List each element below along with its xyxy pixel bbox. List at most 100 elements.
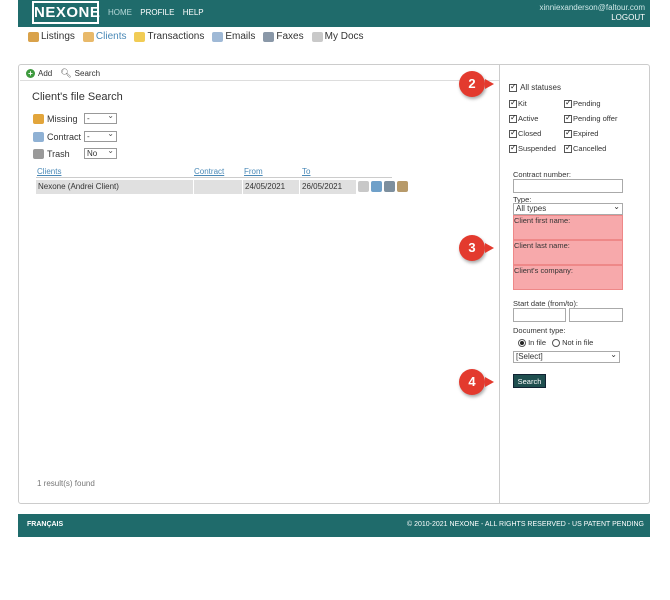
filter-contract-label: Contract	[47, 131, 82, 142]
status-cancelled[interactable]: Cancelled	[564, 143, 607, 154]
not-in-file-option[interactable]: Not in file	[552, 338, 594, 348]
checkbox-kit[interactable]	[509, 98, 517, 109]
add-label: Add	[38, 69, 53, 78]
client-company-highlight[interactable]: Client's company:	[513, 265, 623, 290]
clients-icon	[82, 31, 94, 42]
contract-select[interactable]: -	[84, 129, 117, 142]
document-icon[interactable]	[358, 181, 369, 192]
nav-emails[interactable]: Emails	[212, 31, 255, 42]
add-button[interactable]: + Add	[26, 69, 52, 78]
print-icon[interactable]	[384, 181, 395, 192]
callout-arrow-2	[485, 79, 494, 89]
status-active-label: Active	[518, 114, 539, 123]
status-pending-offer[interactable]: Pending offer	[564, 113, 617, 124]
type-select[interactable]: All types ⌄	[513, 202, 623, 215]
docs-icon	[311, 31, 323, 42]
document-type-select[interactable]: [Select] ⌄	[513, 350, 620, 363]
user-email: xinniexanderson@faltour.com	[539, 3, 645, 12]
client-last-name-label: Client last name:	[514, 241, 570, 250]
missing-select[interactable]: -	[84, 111, 117, 124]
status-pending-label: Pending	[573, 99, 601, 108]
col-clients[interactable]: Clients	[37, 167, 61, 176]
checkbox-active[interactable]	[509, 113, 517, 124]
edit-icon[interactable]	[397, 181, 408, 192]
status-expired[interactable]: Expired	[564, 128, 599, 139]
in-file-option[interactable]: In file	[518, 338, 547, 348]
status-all[interactable]: All statuses	[509, 82, 561, 93]
col-from[interactable]: From	[244, 167, 263, 176]
status-expired-label: Expired	[573, 129, 599, 138]
language-link[interactable]: FRANÇAIS	[27, 521, 63, 528]
client-last-name-highlight[interactable]: Client last name:	[513, 240, 623, 265]
page-title: Client's file Search	[32, 91, 123, 103]
status-suspended-label: Suspended	[518, 144, 556, 153]
status-cancelled-label: Cancelled	[573, 144, 607, 153]
trash-select[interactable]: No	[84, 146, 117, 159]
chevron-down-icon: ⌄	[613, 202, 620, 211]
checkbox-all[interactable]	[509, 82, 517, 93]
contract-number-label: Contract number:	[513, 170, 571, 179]
nav-my-docs[interactable]: My Docs	[311, 31, 364, 42]
nav-profile[interactable]: PROFILE	[140, 8, 174, 17]
nav-faxes[interactable]: Faxes	[263, 31, 304, 42]
logout-link[interactable]: LOGOUT	[539, 13, 645, 23]
checkbox-suspended[interactable]	[509, 143, 517, 154]
type-select-value: All types	[516, 204, 547, 213]
user-box: xinniexanderson@faltour.com LOGOUT	[539, 3, 645, 23]
nav-clients[interactable]: Clients	[82, 31, 126, 42]
contract-number-input[interactable]	[513, 179, 623, 193]
checkbox-cancelled[interactable]	[564, 143, 572, 154]
filter-trash-label: Trash	[47, 148, 70, 159]
cell-client[interactable]: Nexone (Andrei Client)	[36, 180, 193, 194]
module-nav: Listings Clients Transactions Emails Fax…	[28, 31, 364, 42]
nav-help[interactable]: HELP	[183, 8, 204, 17]
status-pending[interactable]: Pending	[564, 98, 601, 109]
toolbar-divider	[20, 80, 499, 81]
nexone-logo[interactable]: NEXONE	[32, 1, 100, 24]
callout-badge-2: 2	[459, 71, 485, 97]
start-date-from-input[interactable]	[513, 308, 566, 322]
search-button[interactable]: Search	[513, 374, 546, 388]
in-file-radio[interactable]	[518, 339, 526, 348]
in-file-label: In file	[528, 338, 547, 347]
nav-transactions[interactable]: Transactions	[134, 31, 204, 42]
cell-from: 24/05/2021	[243, 180, 299, 194]
contract-icon	[33, 131, 44, 142]
email-icon[interactable]	[371, 181, 382, 192]
status-closed-label: Closed	[518, 129, 542, 138]
add-icon: +	[26, 69, 35, 78]
magnifier-icon: 🔍︎	[60, 68, 72, 78]
col-contract[interactable]: Contract	[194, 167, 224, 176]
results-count: 1 result(s) found	[37, 479, 95, 488]
nav-home[interactable]: HOME	[108, 8, 132, 17]
not-in-file-radio[interactable]	[552, 339, 560, 348]
status-suspended[interactable]: Suspended	[509, 143, 556, 154]
not-in-file-label: Not in file	[562, 338, 594, 347]
trash-icon	[33, 148, 44, 159]
checkbox-pending-offer[interactable]	[564, 113, 572, 124]
status-kit-label: Kit	[518, 99, 527, 108]
filter-trash: Trash No	[33, 146, 117, 159]
status-kit[interactable]: Kit	[509, 98, 527, 109]
top-nav: HOME PROFILE HELP	[108, 8, 210, 17]
top-bar: NEXONE HOME PROFILE HELP xinniexanderson…	[18, 0, 650, 27]
search-label: Search	[74, 69, 101, 78]
document-type-select-value: [Select]	[516, 352, 543, 361]
checkbox-closed[interactable]	[509, 128, 517, 139]
checkbox-pending[interactable]	[564, 98, 572, 109]
nav-listings[interactable]: Listings	[28, 31, 75, 42]
filter-missing: Missing -	[33, 111, 117, 124]
start-date-to-input[interactable]	[569, 308, 623, 322]
status-closed[interactable]: Closed	[509, 128, 542, 139]
document-type-label: Document type:	[513, 326, 566, 335]
callout-badge-4: 4	[459, 369, 485, 395]
nav-listings-label: Listings	[41, 31, 75, 42]
checkbox-expired[interactable]	[564, 128, 572, 139]
col-to[interactable]: To	[302, 167, 310, 176]
status-active[interactable]: Active	[509, 113, 539, 124]
status-all-label: All statuses	[520, 83, 561, 92]
client-first-name-highlight[interactable]: Client first name:	[513, 215, 623, 240]
search-toggle-button[interactable]: 🔍︎ Search	[60, 68, 100, 79]
nav-faxes-label: Faxes	[276, 31, 304, 42]
folder-icon	[134, 31, 146, 42]
